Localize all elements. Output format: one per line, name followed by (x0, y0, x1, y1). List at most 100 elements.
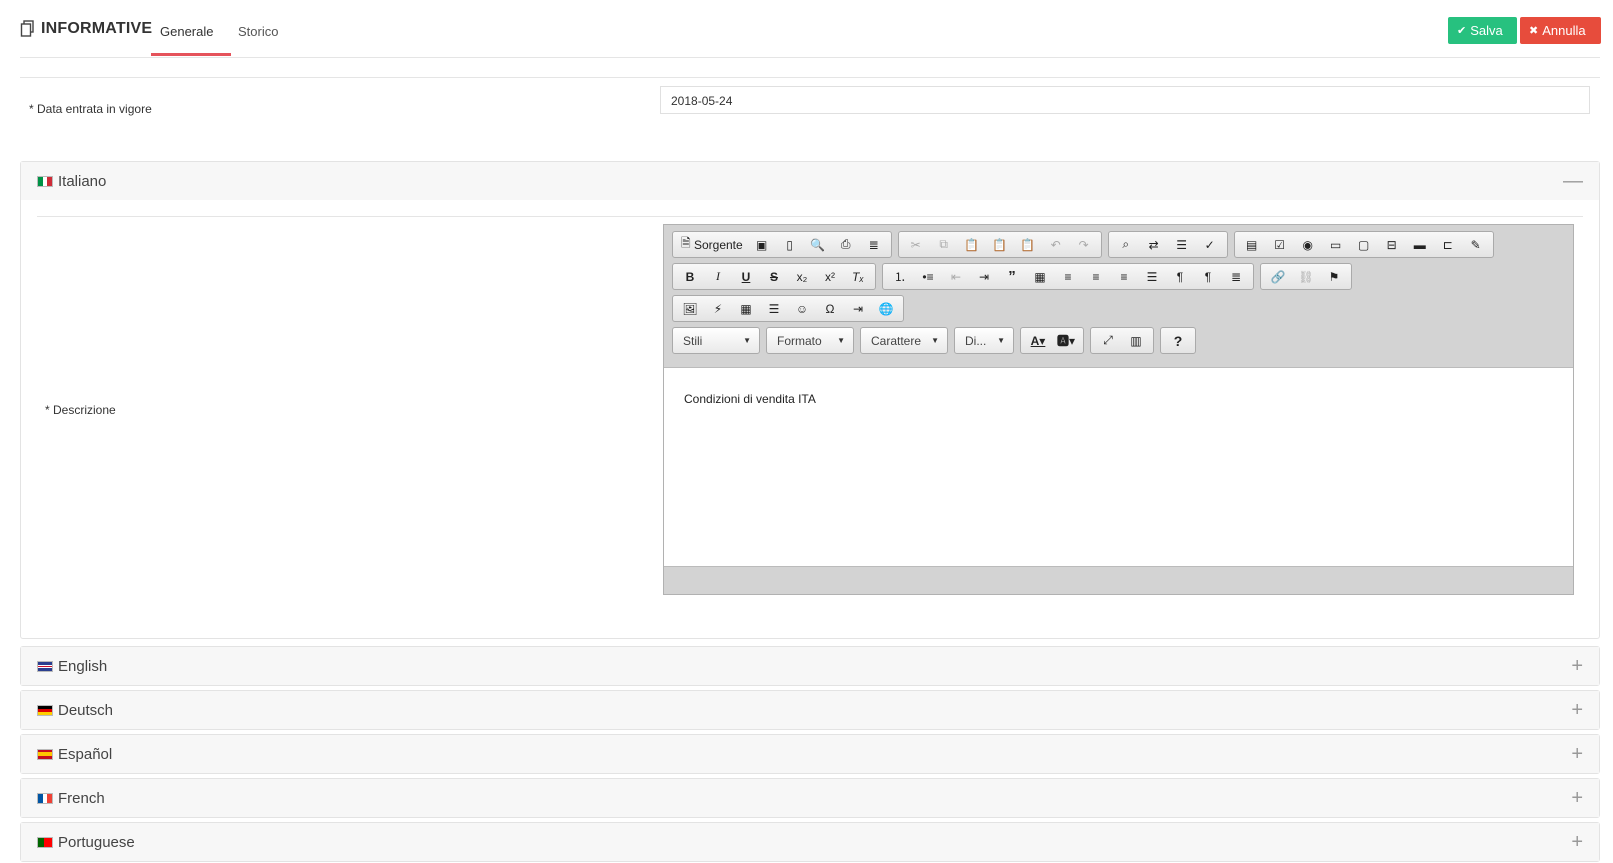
select-field-icon[interactable]: ⊟ (1378, 232, 1406, 257)
france-flag-icon (37, 792, 53, 804)
smiley-icon[interactable]: ☺ (788, 296, 816, 321)
format-combo[interactable]: Formato ▼ (766, 327, 854, 354)
bg-color-icon[interactable]: 🅰▾ (1052, 328, 1080, 353)
panel-portuguese-title: Portuguese (58, 833, 135, 851)
blockquote-icon[interactable]: ” (998, 264, 1026, 289)
show-blocks-icon[interactable]: ▥ (1122, 328, 1150, 353)
superscript-icon[interactable]: x² (816, 264, 844, 289)
subscript-icon[interactable]: x₂ (788, 264, 816, 289)
source-button[interactable]: 🗎 Sorgente (676, 232, 748, 257)
flash-icon[interactable]: ⚡ (704, 296, 732, 321)
save-button-label: Salva (1470, 23, 1503, 38)
textarea-icon[interactable]: ▢ (1350, 232, 1378, 257)
close-icon: ✖ (1529, 25, 1539, 37)
remove-format-icon[interactable]: Tₓ (844, 264, 872, 289)
paste-word-icon[interactable]: 📋 (1014, 232, 1042, 257)
numbered-list-icon[interactable]: ⒈ (886, 264, 914, 289)
spellcheck-icon[interactable]: ✓ (1196, 232, 1224, 257)
horizontal-rule-icon[interactable]: ☰ (760, 296, 788, 321)
redo-icon[interactable]: ↷ (1070, 232, 1098, 257)
save-doc-icon[interactable]: ▣ (748, 232, 776, 257)
find-icon[interactable]: ⌕ (1112, 232, 1140, 257)
paste-icon[interactable]: 📋 (958, 232, 986, 257)
strike-icon[interactable]: S (760, 264, 788, 289)
rtl-icon[interactable]: ¶ (1194, 264, 1222, 289)
toolbar-group-tools: ⤢ ▥ (1090, 327, 1154, 354)
indent-icon[interactable]: ⇥ (970, 264, 998, 289)
textfield-icon[interactable]: ▭ (1322, 232, 1350, 257)
special-char-icon[interactable]: Ω (816, 296, 844, 321)
preview-icon[interactable]: 🔍 (804, 232, 832, 257)
image-icon[interactable]: 🖼 (676, 296, 704, 321)
expand-icon[interactable]: + (1571, 831, 1583, 854)
expand-icon[interactable]: + (1571, 699, 1583, 722)
toolbar-row-2: B I U S x₂ x² Tₓ ⒈ •≡ ⇤ ⇥ ” ▦ ≡ ≡ ≡ ☰ ¶ … (672, 263, 1358, 290)
language-icon[interactable]: ≣ (1222, 264, 1250, 289)
panel-italiano-header[interactable]: Italiano — (21, 162, 1599, 200)
maximize-icon[interactable]: ⤢ (1094, 328, 1122, 353)
select-all-icon[interactable]: ☰ (1168, 232, 1196, 257)
panel-english-header[interactable]: English + (21, 647, 1599, 685)
justify-icon[interactable]: ☰ (1138, 264, 1166, 289)
collapse-icon[interactable]: — (1563, 170, 1583, 193)
panel-portuguese-header[interactable]: Portuguese + (21, 823, 1599, 861)
hidden-field-icon[interactable]: ✎ (1462, 232, 1490, 257)
font-combo[interactable]: Carattere ▼ (860, 327, 948, 354)
underline-icon[interactable]: U (732, 264, 760, 289)
text-color-icon[interactable]: A▾ (1024, 328, 1052, 353)
toolbar-group-editing: ⌕ ⇄ ☰ ✓ (1107, 231, 1228, 258)
italic-icon[interactable]: I (704, 264, 732, 289)
uk-flag-icon (37, 660, 53, 672)
replace-icon[interactable]: ⇄ (1140, 232, 1168, 257)
bulleted-list-icon[interactable]: •≡ (914, 264, 942, 289)
iframe-icon[interactable]: 🌐 (872, 296, 900, 321)
checkbox-icon[interactable]: ☑ (1266, 232, 1294, 257)
radio-icon[interactable]: ◉ (1294, 232, 1322, 257)
align-left-icon[interactable]: ≡ (1054, 264, 1082, 289)
check-icon: ✔ (1457, 25, 1467, 37)
panel-french-title: French (58, 789, 105, 807)
toolbar-group-forms: ▤ ☑ ◉ ▭ ▢ ⊟ ▬ ⊏ ✎ (1233, 231, 1494, 258)
editor-content-area[interactable]: Condizioni di vendita ITA (664, 367, 1573, 567)
undo-icon[interactable]: ↶ (1042, 232, 1070, 257)
cut-icon[interactable]: ✂ (902, 232, 930, 257)
form-icon[interactable]: ▤ (1238, 232, 1266, 257)
paste-text-icon[interactable]: 📋 (986, 232, 1014, 257)
panel-deutsch-header[interactable]: Deutsch + (21, 691, 1599, 729)
chevron-down-icon: ▼ (743, 336, 751, 345)
templates-icon[interactable]: ≣ (860, 232, 888, 257)
align-right-icon[interactable]: ≡ (1110, 264, 1138, 289)
image-button-icon[interactable]: ⊏ (1434, 232, 1462, 257)
bold-icon[interactable]: B (676, 264, 704, 289)
panel-french-header[interactable]: French + (21, 779, 1599, 817)
ltr-icon[interactable]: ¶ (1166, 264, 1194, 289)
link-icon[interactable]: 🔗 (1264, 264, 1292, 289)
cancel-button[interactable]: ✖ Annulla (1520, 17, 1601, 44)
print-icon[interactable]: ⎙ (832, 232, 860, 257)
tab-generale[interactable]: Generale (160, 24, 213, 39)
table-icon[interactable]: ▦ (732, 296, 760, 321)
unlink-icon[interactable]: ⛓ (1292, 264, 1320, 289)
size-combo[interactable]: Di... ▼ (954, 327, 1014, 354)
page-break-icon[interactable]: ⇥ (844, 296, 872, 321)
source-icon: 🗎 (681, 236, 694, 250)
toolbar-group-paragraph: ⒈ •≡ ⇤ ⇥ ” ▦ ≡ ≡ ≡ ☰ ¶ ¶ ≣ (882, 263, 1254, 290)
button-field-icon[interactable]: ▬ (1406, 232, 1434, 257)
expand-icon[interactable]: + (1571, 743, 1583, 766)
expand-icon[interactable]: + (1571, 655, 1583, 678)
styles-combo[interactable]: Stili ▼ (672, 327, 760, 354)
copy-icon[interactable]: ⧉ (930, 232, 958, 257)
expand-icon[interactable]: + (1571, 787, 1583, 810)
anchor-icon[interactable]: ⚑ (1320, 264, 1348, 289)
tab-storico[interactable]: Storico (238, 24, 278, 39)
help-icon[interactable]: ? (1164, 328, 1192, 353)
panel-espanol-header[interactable]: Español + (21, 735, 1599, 773)
new-page-icon[interactable]: ▯ (776, 232, 804, 257)
spain-flag-icon (37, 748, 53, 760)
align-center-icon[interactable]: ≡ (1082, 264, 1110, 289)
panel-english-title: English (58, 657, 108, 675)
save-button[interactable]: ✔ Salva (1448, 17, 1517, 44)
effective-date-input[interactable]: 2018-05-24 (660, 86, 1590, 114)
div-container-icon[interactable]: ▦ (1026, 264, 1054, 289)
outdent-icon[interactable]: ⇤ (942, 264, 970, 289)
